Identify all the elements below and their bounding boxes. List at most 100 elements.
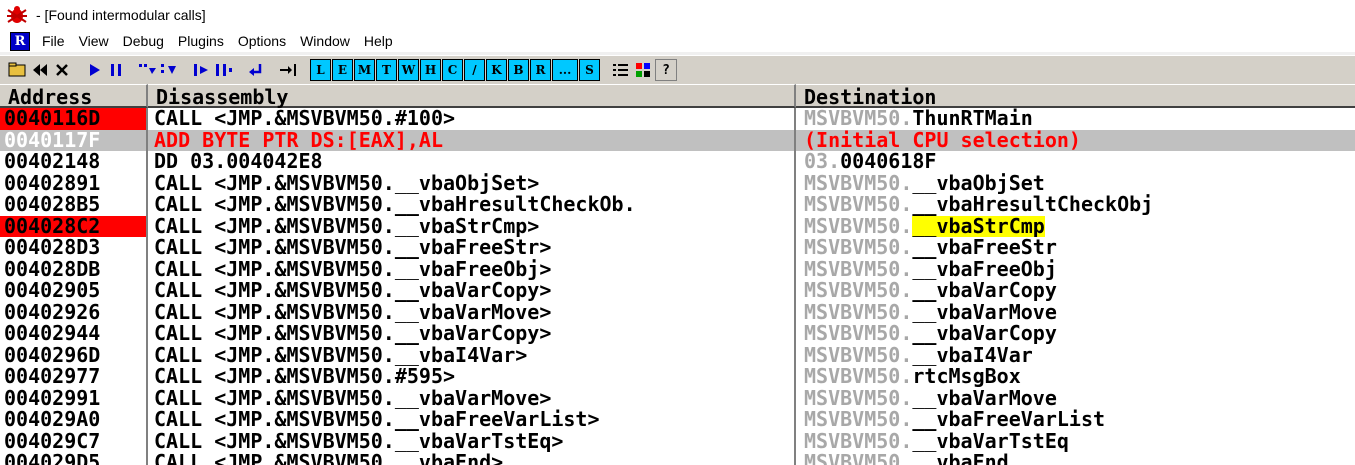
disassembly-cell[interactable]: CALL <JMP.&MSVBVM50.__vbaHresultCheckOb.: [148, 194, 796, 216]
memory-map-button[interactable]: M: [354, 59, 375, 81]
address-cell[interactable]: 0040116D: [0, 108, 148, 130]
address-cell[interactable]: 00402891: [0, 172, 148, 194]
log-window-button[interactable]: L: [310, 59, 331, 81]
address-cell[interactable]: 004029D5: [0, 452, 148, 465]
disassembly-cell[interactable]: CALL <JMP.&MSVBVM50.__vbaVarTstEq>: [148, 430, 796, 452]
address-cell[interactable]: 004028D3: [0, 237, 148, 259]
table-row[interactable]: 0040116D CALL <JMP.&MSVBVM50.#100> MSVBVM5…: [0, 108, 1355, 130]
destination-cell[interactable]: MSVBVM50.__vbaEnd: [796, 452, 1355, 465]
threads-button[interactable]: T: [376, 59, 397, 81]
address-cell[interactable]: 00402148: [0, 151, 148, 173]
destination-cell[interactable]: (Initial CPU selection): [796, 130, 1355, 152]
destination-cell[interactable]: MSVBVM50.__vbaI4Var: [796, 345, 1355, 367]
disassembly-cell[interactable]: ADD BYTE PTR DS:[EAX],AL: [148, 129, 796, 151]
handles-button[interactable]: H: [420, 59, 441, 81]
step-over-icon[interactable]: [160, 60, 180, 80]
table-row[interactable]: 00402148 DD 03.004042E8 03.0040618F: [0, 151, 1355, 173]
disassembly-cell[interactable]: CALL <JMP.&MSVBVM50.__vbaVarCopy>: [148, 280, 796, 302]
rewind-icon[interactable]: [30, 60, 50, 80]
disassembly-cell[interactable]: CALL <JMP.&MSVBVM50.__vbaStrCmp>: [148, 215, 796, 237]
disassembly-cell[interactable]: CALL <JMP.&MSVBVM50.__vbaFreeObj>: [148, 258, 796, 280]
patches-button[interactable]: /: [464, 59, 485, 81]
table-row[interactable]: 00402991 CALL <JMP.&MSVBVM50.__vbaVarMove…: [0, 387, 1355, 410]
disassembly-cell[interactable]: DD 03.004042E8: [148, 151, 796, 173]
destination-cell[interactable]: MSVBVM50.__vbaFreeVarList: [796, 409, 1355, 431]
destination-cell[interactable]: MSVBVM50.__vbaObjSet: [796, 173, 1355, 195]
table-row[interactable]: 004028D3 CALL <JMP.&MSVBVM50.__vbaFreeStr…: [0, 237, 1355, 259]
address-cell[interactable]: 004028B5: [0, 194, 148, 216]
list-icon[interactable]: [611, 60, 631, 80]
run-icon[interactable]: [84, 60, 104, 80]
disassembly-cell[interactable]: CALL <JMP.&MSVBVM50.__vbaObjSet>: [148, 172, 796, 194]
disassembly-cell[interactable]: CALL <JMP.&MSVBVM50.__vbaEnd>: [148, 452, 796, 465]
table-row[interactable]: 00402891 CALL <JMP.&MSVBVM50.__vbaObjSet>…: [0, 172, 1355, 195]
address-cell[interactable]: 00402944: [0, 323, 148, 345]
destination-cell[interactable]: 03.0040618F: [796, 151, 1355, 173]
references-button[interactable]: R: [530, 59, 551, 81]
destination-cell[interactable]: MSVBVM50.__vbaHresultCheckObj: [796, 194, 1355, 216]
goto-icon[interactable]: [278, 60, 298, 80]
address-cell[interactable]: 00402977: [0, 366, 148, 388]
destination-cell[interactable]: MSVBVM50.rtcMsgBox: [796, 366, 1355, 388]
menu-plugins[interactable]: Plugins: [172, 33, 232, 49]
windows-button[interactable]: W: [398, 59, 419, 81]
address-cell[interactable]: 004028C2: [0, 215, 148, 237]
address-cell[interactable]: 0040117F: [0, 129, 148, 151]
source-button[interactable]: S: [579, 59, 600, 81]
step-into-icon[interactable]: [138, 60, 158, 80]
destination-cell[interactable]: MSVBVM50.__vbaVarCopy: [796, 323, 1355, 345]
destination-cell[interactable]: MSVBVM50.__vbaVarMove: [796, 302, 1355, 324]
disassembly-cell[interactable]: CALL <JMP.&MSVBVM50.__vbaFreeStr>: [148, 237, 796, 259]
disassembly-cell[interactable]: CALL <JMP.&MSVBVM50.__vbaFreeVarList>: [148, 409, 796, 431]
table-row[interactable]: 00402944 CALL <JMP.&MSVBVM50.__vbaVarCopy…: [0, 323, 1355, 345]
address-cell[interactable]: 0040296D: [0, 344, 148, 366]
disassembly-cell[interactable]: CALL <JMP.&MSVBVM50.__vbaVarMove>: [148, 301, 796, 323]
address-cell[interactable]: 00402905: [0, 280, 148, 302]
breakpoints-button[interactable]: B: [508, 59, 529, 81]
disassembly-cell[interactable]: CALL <JMP.&MSVBVM50.__vbaI4Var>: [148, 344, 796, 366]
run-trace-button[interactable]: ...: [552, 59, 578, 81]
executable-modules-button[interactable]: E: [332, 59, 353, 81]
menu-file[interactable]: File: [36, 33, 73, 49]
table-row[interactable]: 00402905 CALL <JMP.&MSVBVM50.__vbaVarCopy…: [0, 280, 1355, 302]
table-row[interactable]: 004028B5 CALL <JMP.&MSVBVM50.__vbaHresult…: [0, 194, 1355, 216]
app-menu-button[interactable]: R: [10, 31, 30, 51]
disassembly-cell[interactable]: CALL <JMP.&MSVBVM50.__vbaVarCopy>: [148, 323, 796, 345]
destination-cell[interactable]: MSVBVM50.__vbaFreeObj: [796, 259, 1355, 281]
table-row[interactable]: 004029C7 CALL <JMP.&MSVBVM50.__vbaVarTstE…: [0, 430, 1355, 453]
destination-cell[interactable]: MSVBVM50.__vbaStrCmp: [796, 215, 1355, 237]
destination-cell[interactable]: MSVBVM50.__vbaVarCopy: [796, 280, 1355, 302]
destination-cell[interactable]: MSVBVM50.__vbaVarMove: [796, 388, 1355, 410]
menu-window[interactable]: Window: [294, 33, 358, 49]
table-row[interactable]: 00402977 CALL <JMP.&MSVBVM50.#595> MSVBVM5…: [0, 366, 1355, 388]
color-grid-icon[interactable]: [633, 60, 653, 80]
destination-cell[interactable]: MSVBVM50.ThunRTMain: [796, 108, 1355, 130]
table-row[interactable]: 004029A0 CALL <JMP.&MSVBVM50.__vbaFreeVar…: [0, 409, 1355, 431]
column-header-disassembly[interactable]: Disassembly: [148, 84, 796, 109]
address-cell[interactable]: 004029C7: [0, 430, 148, 452]
disassembly-cell[interactable]: CALL <JMP.&MSVBVM50.__vbaVarMove>: [148, 387, 796, 409]
help-icon[interactable]: ?: [655, 59, 677, 81]
table-row[interactable]: 004029D5 CALL <JMP.&MSVBVM50.__vbaEnd> MSV…: [0, 452, 1355, 465]
trace-into-icon[interactable]: [192, 60, 212, 80]
pause-icon[interactable]: [106, 60, 126, 80]
open-icon[interactable]: [8, 60, 28, 80]
destination-cell[interactable]: MSVBVM50.__vbaFreeStr: [796, 237, 1355, 259]
address-cell[interactable]: 00402926: [0, 301, 148, 323]
menu-help[interactable]: Help: [358, 33, 401, 49]
table-row[interactable]: 00402926 CALL <JMP.&MSVBVM50.__vbaVarMove…: [0, 301, 1355, 324]
table-row[interactable]: 0040296D CALL <JMP.&MSVBVM50.__vbaI4Var> M…: [0, 344, 1355, 367]
call-stack-button[interactable]: K: [486, 59, 507, 81]
destination-cell[interactable]: MSVBVM50.__vbaVarTstEq: [796, 431, 1355, 453]
trace-over-icon[interactable]: [214, 60, 234, 80]
address-cell[interactable]: 00402991: [0, 387, 148, 409]
close-icon[interactable]: [52, 60, 72, 80]
execute-till-return-icon[interactable]: [246, 60, 266, 80]
table-row[interactable]: 0040117F ADD BYTE PTR DS:[EAX],AL (Initial…: [0, 129, 1355, 152]
column-header-address[interactable]: Address: [0, 84, 148, 109]
menu-debug[interactable]: Debug: [117, 33, 172, 49]
disassembly-cell[interactable]: CALL <JMP.&MSVBVM50.#100>: [148, 108, 796, 130]
cpu-button[interactable]: C: [442, 59, 463, 81]
column-header-destination[interactable]: Destination: [796, 84, 1355, 109]
disassembly-cell[interactable]: CALL <JMP.&MSVBVM50.#595>: [148, 366, 796, 388]
